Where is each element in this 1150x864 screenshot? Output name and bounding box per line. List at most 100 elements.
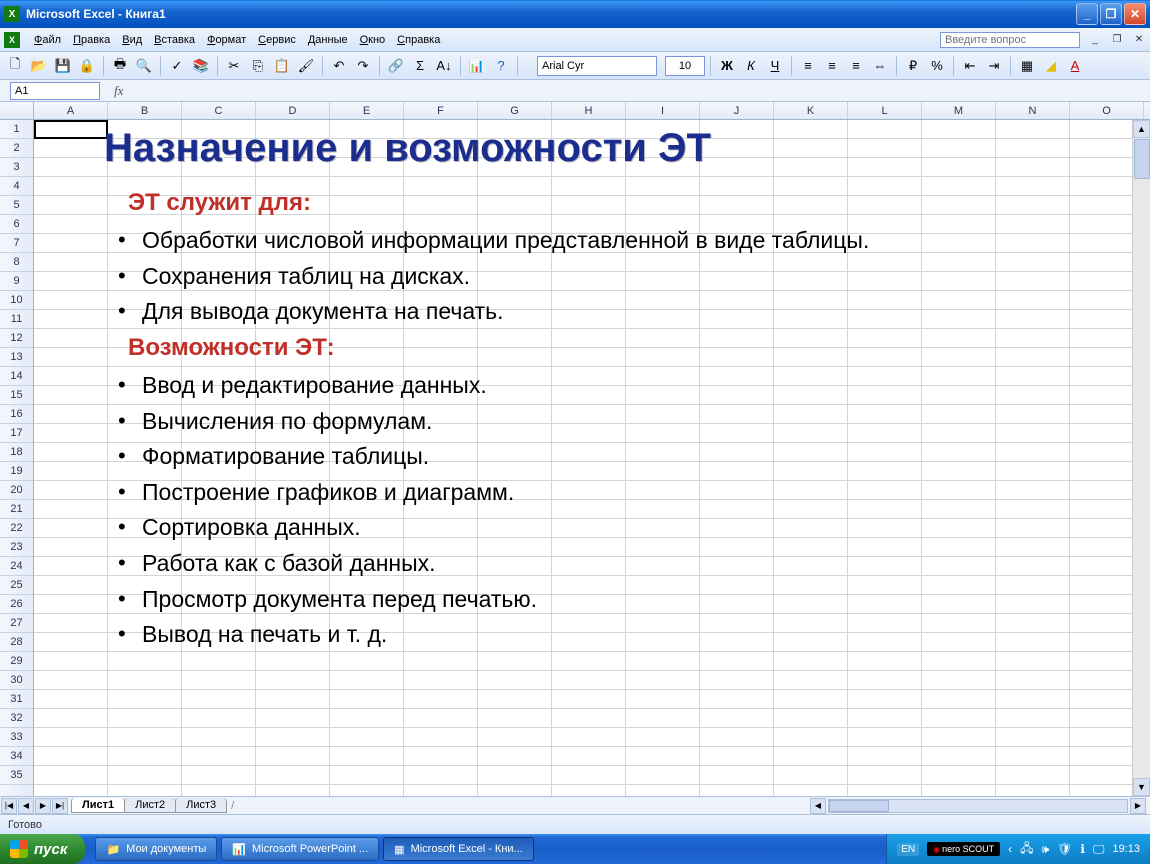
menu-item[interactable]: Сервис bbox=[252, 32, 302, 48]
name-box[interactable]: A1 bbox=[10, 82, 100, 100]
font-size-combo[interactable]: 10 bbox=[665, 56, 705, 76]
row-header[interactable]: 16 bbox=[0, 405, 33, 424]
sheet-tab[interactable]: Лист3 bbox=[175, 798, 227, 813]
row-header[interactable]: 15 bbox=[0, 386, 33, 405]
currency-button[interactable]: ₽ bbox=[902, 55, 924, 77]
column-header[interactable]: O bbox=[1070, 102, 1144, 119]
row-header[interactable]: 2 bbox=[0, 139, 33, 158]
column-header[interactable]: B bbox=[108, 102, 182, 119]
tray-shield-icon[interactable]: 🛡 bbox=[1057, 842, 1072, 856]
sheet-tab[interactable]: Лист1 bbox=[71, 798, 125, 813]
taskbar-item[interactable]: 📁Мои документы bbox=[95, 837, 217, 861]
window-minimize-button[interactable]: _ bbox=[1076, 3, 1098, 25]
cell-grid[interactable]: Назначение и возможности ЭТ ЭТ служит дл… bbox=[34, 120, 1132, 796]
column-header[interactable]: J bbox=[700, 102, 774, 119]
align-center-button[interactable]: ≡ bbox=[821, 55, 843, 77]
permission-button[interactable]: 🔒 bbox=[76, 55, 98, 77]
row-header[interactable]: 32 bbox=[0, 709, 33, 728]
row-header[interactable]: 28 bbox=[0, 633, 33, 652]
menu-item[interactable]: Вставка bbox=[148, 32, 201, 48]
taskbar-item[interactable]: 📊Microsoft PowerPoint ... bbox=[221, 837, 379, 861]
tray-volume-icon[interactable]: 🕪 bbox=[1042, 842, 1050, 857]
cut-button[interactable]: ✂ bbox=[223, 55, 245, 77]
chart-wizard-button[interactable]: 📊 bbox=[466, 55, 488, 77]
copy-button[interactable]: ⎘ bbox=[247, 55, 269, 77]
print-button[interactable]: 🖶 bbox=[109, 55, 131, 77]
formula-input[interactable] bbox=[131, 82, 1150, 100]
row-header[interactable]: 24 bbox=[0, 557, 33, 576]
row-header[interactable]: 26 bbox=[0, 595, 33, 614]
row-header[interactable]: 33 bbox=[0, 728, 33, 747]
row-header[interactable]: 13 bbox=[0, 348, 33, 367]
column-header[interactable]: H bbox=[552, 102, 626, 119]
decrease-indent-button[interactable]: ⇤ bbox=[959, 55, 981, 77]
column-header[interactable]: D bbox=[256, 102, 330, 119]
hyperlink-button[interactable]: 🔗 bbox=[385, 55, 407, 77]
start-button[interactable]: пуск bbox=[0, 834, 85, 864]
menu-item[interactable]: Правка bbox=[67, 32, 116, 48]
row-header[interactable]: 18 bbox=[0, 443, 33, 462]
underline-button[interactable]: Ч bbox=[764, 55, 786, 77]
spellcheck-button[interactable]: ✓ bbox=[166, 55, 188, 77]
menu-item[interactable]: Файл bbox=[28, 32, 67, 48]
tab-nav-prev[interactable]: ◀ bbox=[18, 798, 34, 814]
row-header[interactable]: 34 bbox=[0, 747, 33, 766]
row-header[interactable]: 27 bbox=[0, 614, 33, 633]
row-header[interactable]: 12 bbox=[0, 329, 33, 348]
row-header[interactable]: 3 bbox=[0, 158, 33, 177]
row-header[interactable]: 9 bbox=[0, 272, 33, 291]
font-color-button[interactable]: A bbox=[1064, 55, 1086, 77]
autosum-button[interactable]: Σ bbox=[409, 55, 431, 77]
column-header[interactable]: I bbox=[626, 102, 700, 119]
increase-indent-button[interactable]: ⇥ bbox=[983, 55, 1005, 77]
row-header[interactable]: 4 bbox=[0, 177, 33, 196]
row-header[interactable]: 14 bbox=[0, 367, 33, 386]
column-header[interactable]: G bbox=[478, 102, 552, 119]
column-header[interactable]: F bbox=[404, 102, 478, 119]
row-header[interactable]: 20 bbox=[0, 481, 33, 500]
tab-nav-first[interactable]: |◀ bbox=[1, 798, 17, 814]
align-left-button[interactable]: ≡ bbox=[797, 55, 819, 77]
bold-button[interactable]: Ж bbox=[716, 55, 738, 77]
research-button[interactable]: 📚 bbox=[190, 55, 212, 77]
row-header[interactable]: 10 bbox=[0, 291, 33, 310]
tab-nav-last[interactable]: ▶| bbox=[52, 798, 68, 814]
paste-button[interactable]: 📋 bbox=[271, 55, 293, 77]
menu-item[interactable]: Вид bbox=[116, 32, 148, 48]
align-right-button[interactable]: ≡ bbox=[845, 55, 867, 77]
open-file-button[interactable]: 📂 bbox=[28, 55, 50, 77]
row-header[interactable]: 22 bbox=[0, 519, 33, 538]
menu-item[interactable]: Окно bbox=[354, 32, 392, 48]
fx-icon[interactable]: fx bbox=[114, 83, 123, 99]
sort-asc-button[interactable]: A↓ bbox=[433, 55, 455, 77]
tray-network-icon[interactable]: 🖧 bbox=[1020, 839, 1033, 860]
row-header[interactable]: 25 bbox=[0, 576, 33, 595]
tray-arrow-icon[interactable]: ‹ bbox=[1008, 842, 1012, 856]
language-indicator[interactable]: EN bbox=[897, 843, 919, 856]
column-header[interactable]: E bbox=[330, 102, 404, 119]
row-header[interactable]: 11 bbox=[0, 310, 33, 329]
hscroll-thumb[interactable] bbox=[829, 800, 889, 812]
taskbar-item[interactable]: ▦Microsoft Excel - Кни... bbox=[383, 837, 534, 861]
row-header[interactable]: 23 bbox=[0, 538, 33, 557]
scroll-up-icon[interactable]: ▲ bbox=[1133, 120, 1150, 138]
row-header[interactable]: 29 bbox=[0, 652, 33, 671]
column-header[interactable]: M bbox=[922, 102, 996, 119]
redo-button[interactable]: ↷ bbox=[352, 55, 374, 77]
menu-item[interactable]: Данные bbox=[302, 32, 354, 48]
row-header[interactable]: 30 bbox=[0, 671, 33, 690]
row-header[interactable]: 1 bbox=[0, 120, 33, 139]
tab-nav-next[interactable]: ▶ bbox=[35, 798, 51, 814]
column-header[interactable]: C bbox=[182, 102, 256, 119]
menu-item[interactable]: Справка bbox=[391, 32, 446, 48]
undo-button[interactable]: ↶ bbox=[328, 55, 350, 77]
hscroll-right[interactable]: ▶ bbox=[1130, 798, 1146, 814]
percent-button[interactable]: % bbox=[926, 55, 948, 77]
window-close-button[interactable]: ✕ bbox=[1124, 3, 1146, 25]
horizontal-scrollbar[interactable] bbox=[828, 799, 1128, 813]
save-button[interactable]: 💾 bbox=[52, 55, 74, 77]
vertical-scrollbar[interactable]: ▲ ▼ bbox=[1132, 120, 1150, 796]
new-file-button[interactable]: 🗋 bbox=[4, 55, 26, 77]
select-all-corner[interactable] bbox=[0, 102, 34, 119]
doc-close-button[interactable]: ✕ bbox=[1132, 33, 1146, 47]
